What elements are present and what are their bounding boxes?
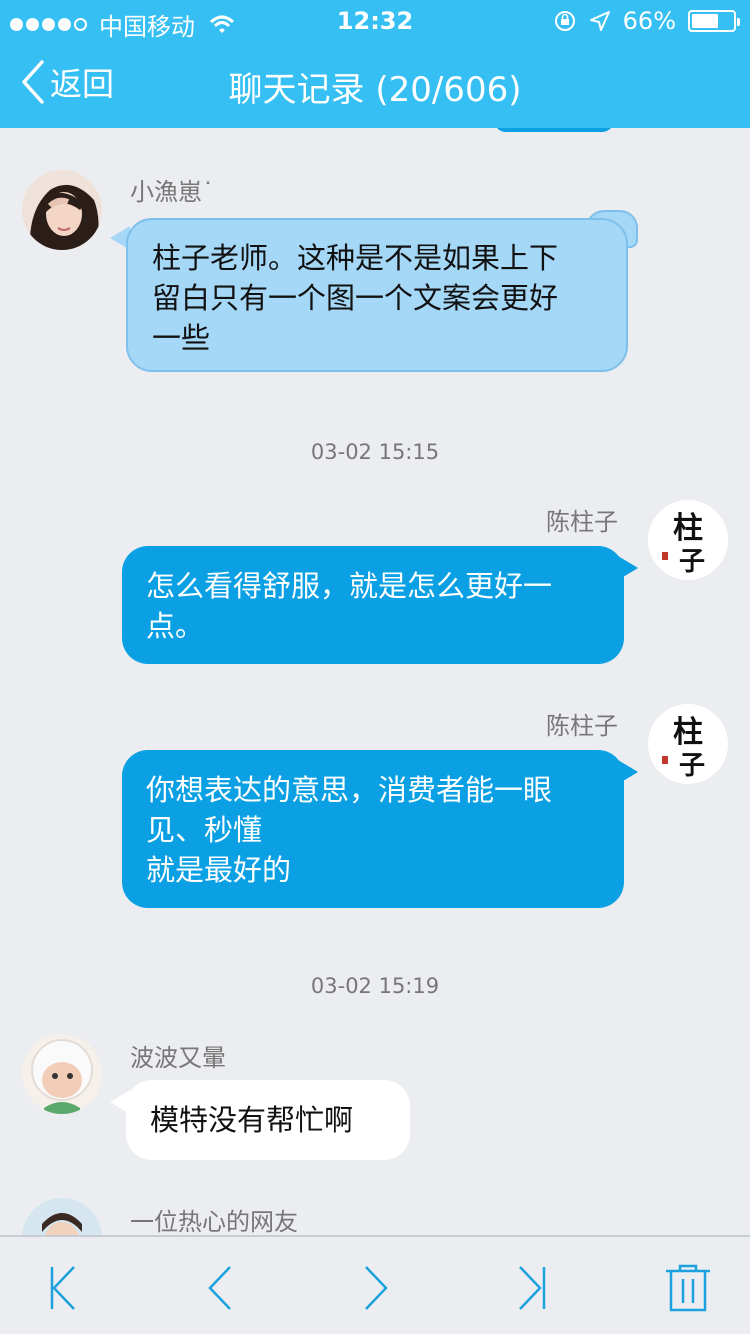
message-line: 一些 (152, 321, 211, 355)
message-line: 你想表达的意思，消费者能一眼 (146, 773, 553, 807)
prev-page-button[interactable] (196, 1263, 246, 1313)
message-line: 点。 (146, 609, 205, 643)
message-line: 怎么看得舒服，就是怎么更好一 (146, 569, 553, 603)
avatar-sign-char: 子 (679, 547, 705, 577)
message-line: 柱子老师。这种是不是如果上下 (152, 241, 559, 275)
location-icon (589, 11, 610, 31)
first-page-button[interactable] (40, 1263, 90, 1313)
avatar-rexin-wangyou[interactable] (22, 1198, 102, 1235)
rotation-lock-icon (554, 11, 575, 31)
next-page-button[interactable] (352, 1263, 402, 1313)
bottom-toolbar (0, 1235, 750, 1334)
avatar-xiaoyuzai[interactable] (22, 170, 102, 250)
sender-name: 小漁崽˙ (130, 178, 214, 206)
first-page-icon (50, 1266, 75, 1310)
status-right-group: 66% (553, 7, 740, 35)
nav-bar: 返回 聊天记录 (20/606) (0, 40, 750, 128)
last-page-button[interactable] (508, 1263, 558, 1313)
message-bubble[interactable]: 你想表达的意思，消费者能一眼 见、秒懂 就是最好的 (122, 750, 624, 908)
message-line: 见、秒懂 (146, 813, 263, 847)
last-page-icon (519, 1266, 546, 1310)
sender-name: 波波又暈 (130, 1044, 226, 1072)
battery-icon (688, 10, 740, 32)
next-page-icon (365, 1266, 388, 1310)
message-bubble[interactable]: 模特没有帮忙啊 (126, 1080, 410, 1160)
battery-percent: 66% (622, 7, 676, 35)
avatar-sign-char: 子 (679, 751, 705, 781)
message-line: 模特没有帮忙啊 (150, 1103, 354, 1137)
sender-name: 陈柱子 (546, 508, 618, 536)
timestamp: 03-02 15:15 (310, 440, 440, 464)
avatar-bobo[interactable] (22, 1034, 102, 1114)
message-line: 就是最好的 (146, 853, 292, 887)
status-bar: 中国移动 12:32 66% (0, 0, 750, 41)
sender-name: 一位热心的网友 (130, 1208, 298, 1235)
message-bubble[interactable]: 怎么看得舒服，就是怎么更好一 点。 (122, 546, 624, 664)
delete-button[interactable] (662, 1263, 714, 1313)
trash-icon (666, 1264, 710, 1312)
timestamp: 03-02 15:19 (310, 974, 440, 998)
avatar-chenzhuzi[interactable]: 柱 子 (648, 704, 728, 784)
message-line: 留白只有一个图一个文案会更好 (152, 281, 559, 315)
message-bubble[interactable]: 柱子老师。这种是不是如果上下 留白只有一个图一个文案会更好 一些 (126, 218, 628, 372)
page-title: 聊天记录 (20/606) (228, 70, 522, 110)
avatar-chenzhuzi[interactable]: 柱 子 (648, 500, 728, 580)
avatar-sign-char: 柱 (673, 715, 703, 750)
chat-history[interactable]: 小漁崽˙ 柱子老师。这种是不是如果上下 留白只有一个图一个文案会更好 一些 03… (0, 128, 750, 1235)
avatar-sign-char: 柱 (673, 511, 703, 546)
previous-bubble-edge (494, 128, 614, 132)
sender-name: 陈柱子 (546, 712, 618, 740)
prev-page-icon (208, 1266, 231, 1310)
